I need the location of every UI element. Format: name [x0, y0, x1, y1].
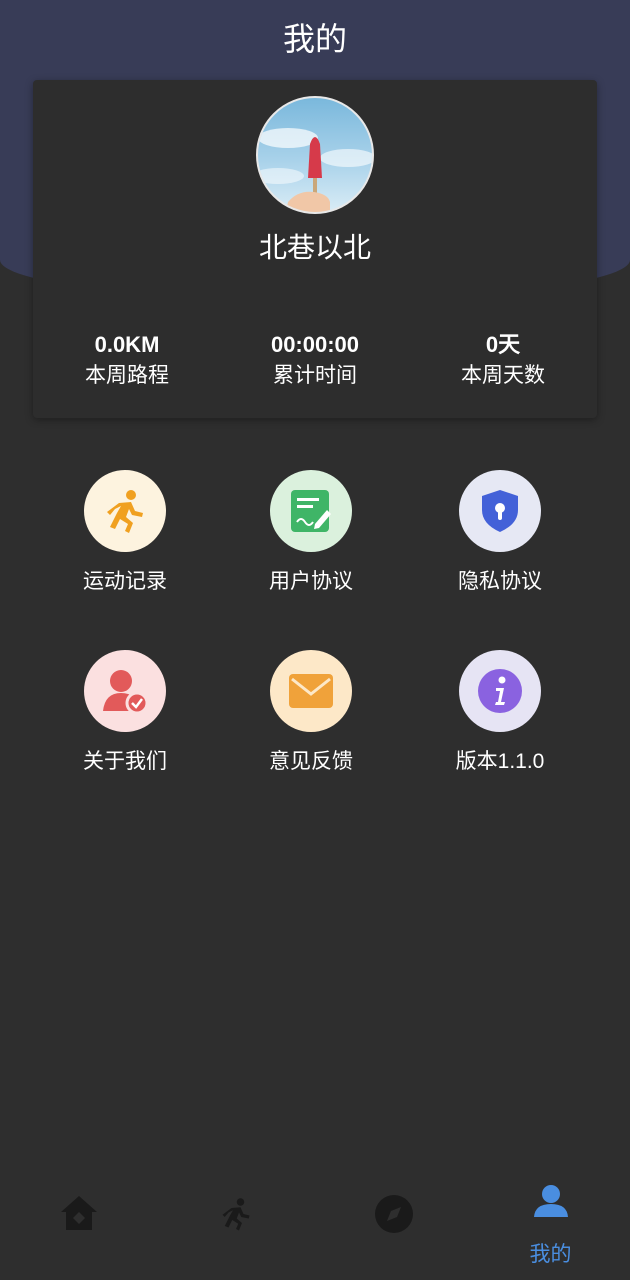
- home-icon: [60, 1196, 97, 1230]
- profile-card: 北巷以北 0.0KM 本周路程 00:00:00 累计时间 0天 本周天数: [33, 80, 597, 418]
- about-user-icon: [103, 670, 149, 715]
- profile-icon: [533, 1185, 568, 1217]
- tab-profile[interactable]: 我的: [472, 1180, 629, 1280]
- menu-icon-circle: [459, 650, 541, 732]
- tab-discover[interactable]: [315, 1180, 472, 1280]
- menu-icon-circle: [84, 470, 166, 552]
- menu-item-feedback[interactable]: 意见反馈: [217, 650, 405, 800]
- stat-total-time: 00:00:00 累计时间: [221, 330, 409, 392]
- stat-value: 00:00:00: [270, 332, 360, 357]
- stat-label: 本周路程: [85, 364, 169, 387]
- menu-item-privacy-policy[interactable]: 隐私协议: [406, 470, 594, 620]
- page-title: 我的: [282, 21, 347, 57]
- menu-label: 关于我们: [83, 750, 167, 773]
- stat-weekly-distance: 0.0KM 本周路程: [33, 330, 221, 392]
- tab-label: 我的: [529, 1243, 572, 1266]
- tab-home[interactable]: [0, 1180, 157, 1280]
- menu-item-version[interactable]: 版本1.1.0: [406, 650, 594, 800]
- stat-value: 0天: [485, 332, 521, 357]
- agreement-document-icon: [291, 490, 331, 532]
- compass-icon: [374, 1195, 413, 1233]
- stat-value: 0.0KM: [94, 332, 160, 357]
- menu-label: 版本1.1.0: [455, 750, 545, 773]
- menu-item-about-us[interactable]: 关于我们: [31, 650, 219, 800]
- tab-run[interactable]: [157, 1180, 314, 1280]
- menu-icon-circle: [270, 650, 352, 732]
- menu-label: 隐私协议: [458, 570, 542, 593]
- menu-label: 意见反馈: [269, 750, 353, 773]
- running-icon: [107, 490, 143, 533]
- username: 北巷以北: [258, 232, 371, 263]
- run-icon: [222, 1198, 249, 1231]
- stat-label: 累计时间: [273, 364, 357, 387]
- bottom-tab-bar: 我的: [0, 1180, 630, 1280]
- menu-label: 用户协议: [269, 570, 353, 593]
- info-icon: [478, 669, 522, 713]
- menu-item-workout-records[interactable]: 运动记录: [31, 470, 219, 620]
- avatar[interactable]: [256, 96, 374, 214]
- feedback-mail-icon: [289, 674, 333, 708]
- menu-icon-circle: [459, 470, 541, 552]
- privacy-shield-icon: [482, 490, 518, 532]
- menu-icon-circle: [270, 470, 352, 552]
- stat-label: 本周天数: [461, 364, 545, 387]
- stat-weekly-days: 0天 本周天数: [409, 330, 597, 392]
- menu-label: 运动记录: [83, 570, 167, 593]
- menu-item-user-agreement[interactable]: 用户协议: [217, 470, 405, 620]
- menu-icon-circle: [84, 650, 166, 732]
